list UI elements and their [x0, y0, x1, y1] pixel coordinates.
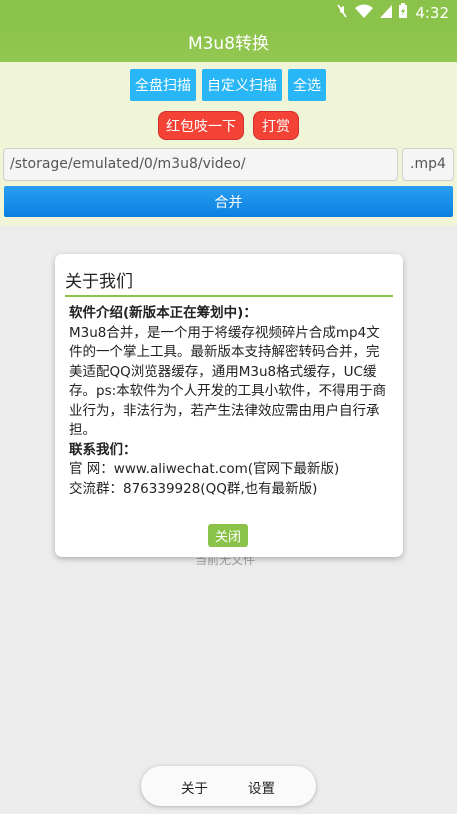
dialog-divider: [65, 295, 393, 297]
signal-icon: [379, 4, 393, 23]
mute-icon: [335, 3, 349, 23]
close-button[interactable]: 关闭: [208, 524, 248, 547]
tip-button[interactable]: 打赏: [253, 111, 299, 140]
contact-heading: 联系我们：: [69, 441, 137, 458]
status-icons: 4:32: [335, 3, 449, 23]
battery-charging-icon: [398, 3, 408, 23]
scan-all-button[interactable]: 全盘扫描: [130, 69, 196, 101]
extension-input[interactable]: .mp4: [402, 148, 454, 181]
website-line: 官 网：www.aliwechat.com(官网下最新版): [69, 461, 340, 477]
bottom-nav: 关于 设置: [141, 766, 316, 806]
about-dialog: 关于我们 软件介绍(新版本正在筹划中)： M3u8合并，是一个用于将缓存视频碎片…: [55, 254, 403, 557]
about-nav-item[interactable]: 关于: [181, 777, 208, 797]
intro-heading: 软件介绍(新版本正在筹划中)：: [69, 305, 257, 321]
path-input[interactable]: /storage/emulated/0/m3u8/video/: [3, 148, 398, 181]
red-packet-button[interactable]: 红包吱一下: [158, 111, 244, 140]
status-bar: 4:32: [0, 0, 457, 26]
dialog-body: 软件介绍(新版本正在筹划中)： M3u8合并，是一个用于将缓存视频碎片合成mp4…: [69, 304, 391, 499]
dialog-title: 关于我们: [65, 272, 133, 292]
intro-text: M3u8合并，是一个用于将缓存视频碎片合成mp4文件的一个掌上工具。最新版本支持…: [69, 324, 387, 439]
select-all-button[interactable]: 全选: [288, 69, 326, 101]
status-time: 4:32: [415, 4, 449, 22]
settings-nav-item[interactable]: 设置: [248, 777, 275, 797]
wifi-icon: [354, 4, 374, 23]
custom-scan-button[interactable]: 自定义扫描: [202, 69, 282, 101]
merge-button[interactable]: 合并: [4, 186, 453, 217]
group-line: 交流群：876339928(QQ群,也有最新版): [69, 480, 318, 497]
app-title: M3u8转换: [187, 34, 270, 54]
app-bar: M3u8转换: [0, 26, 457, 62]
